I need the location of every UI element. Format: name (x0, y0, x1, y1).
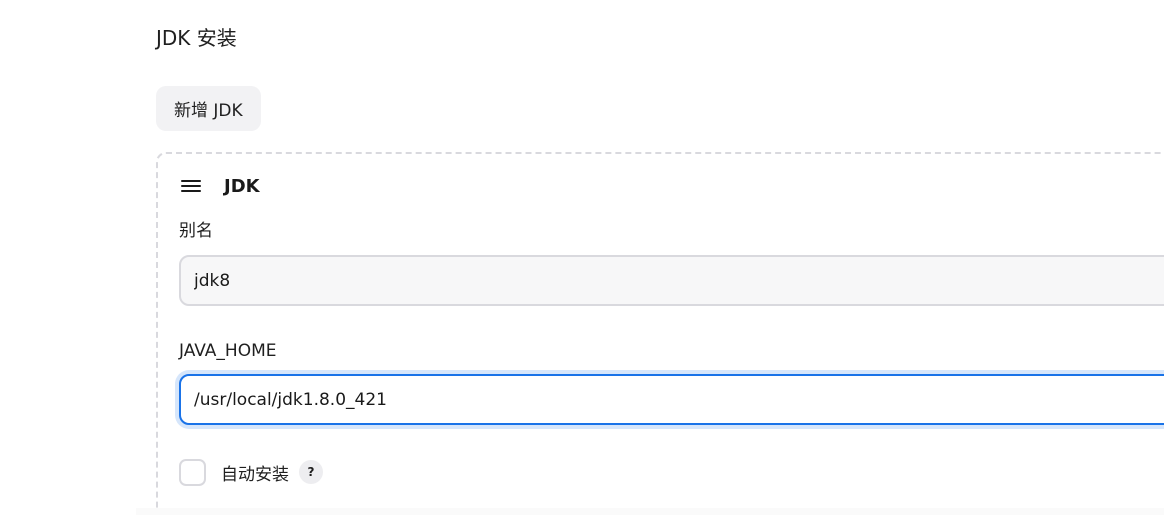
jdk-installations-page: JDK 安装 新增 JDK JDK 别名 JAVA_HOME 自动安装 ? (0, 0, 1164, 515)
bottom-strip (136, 508, 1164, 515)
auto-install-checkbox[interactable] (179, 458, 206, 486)
auto-install-row: 自动安装 ? (179, 457, 323, 487)
menu-lines-icon[interactable] (180, 176, 202, 196)
alias-label: 别名 (179, 221, 213, 241)
jdk-entry-header: JDK (180, 172, 260, 200)
auto-install-label[interactable]: 自动安装 (221, 460, 289, 485)
alias-input[interactable] (179, 255, 1164, 306)
add-jdk-button[interactable]: 新增 JDK (156, 86, 261, 131)
java-home-label: JAVA_HOME (179, 341, 277, 361)
section-title: JDK 安装 (156, 26, 237, 50)
java-home-input[interactable] (179, 374, 1164, 425)
jdk-entry-title: JDK (224, 175, 260, 197)
jdk-entry-card: JDK 别名 JAVA_HOME 自动安装 ? (156, 152, 1164, 515)
help-icon[interactable]: ? (299, 460, 323, 484)
